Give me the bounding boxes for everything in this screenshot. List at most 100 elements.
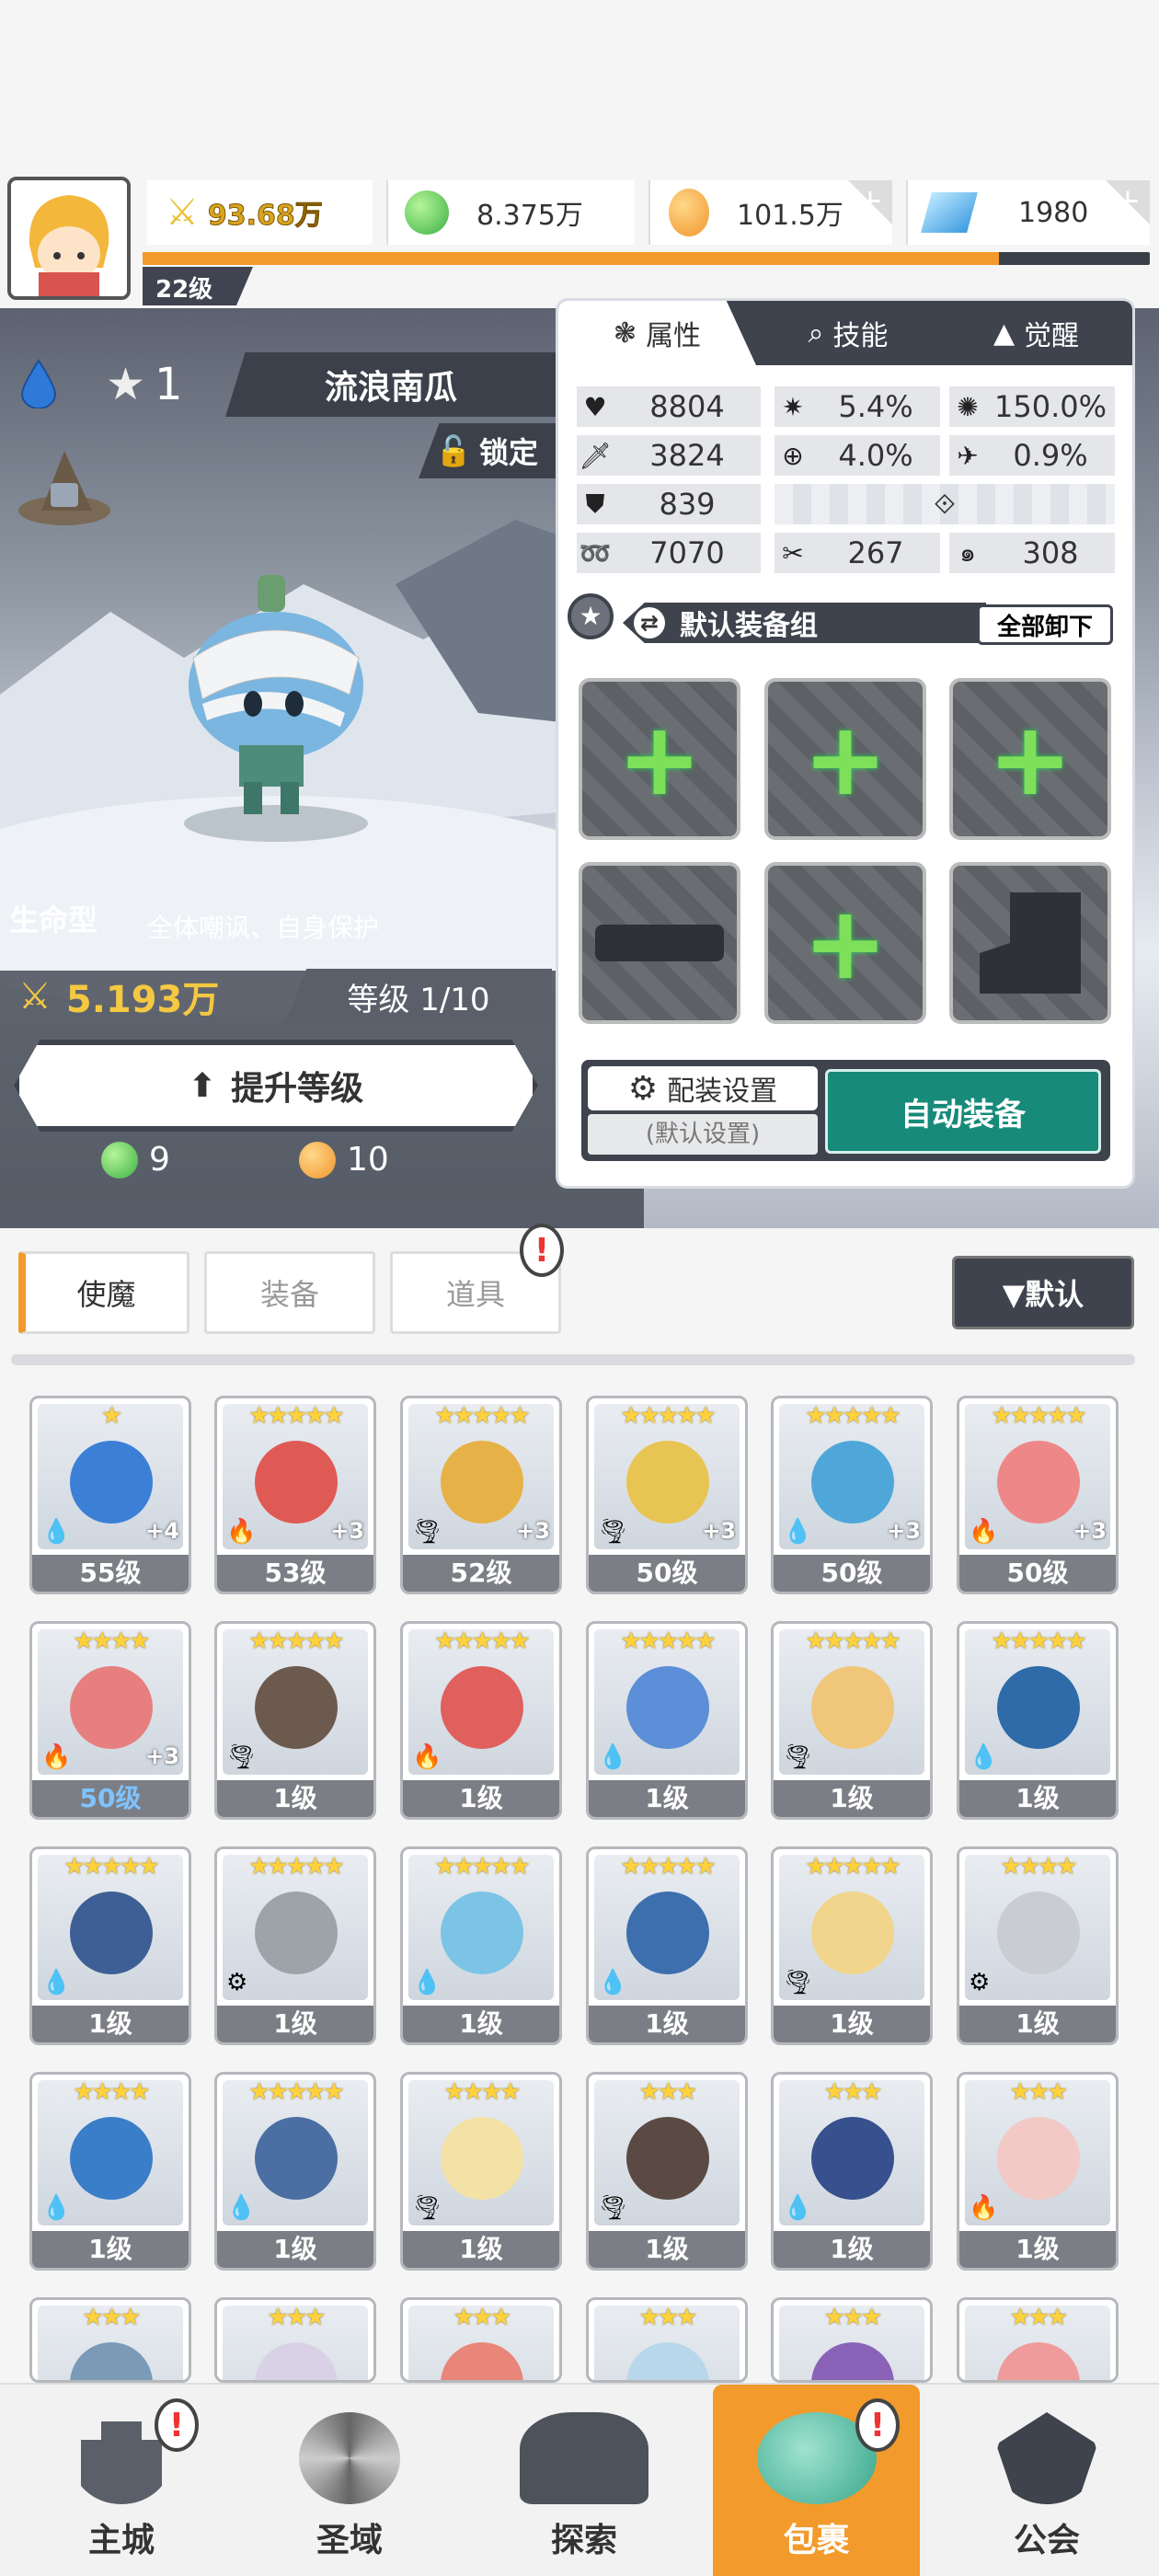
star-rating: ★★★★: [443, 2078, 521, 2106]
lock-button[interactable]: 🔓 锁定: [419, 423, 557, 478]
boots-slot[interactable]: [949, 862, 1111, 1024]
config-settings-button[interactable]: ⚙ 配装设置: [588, 1066, 818, 1110]
star-rating: ★★★★★: [434, 1402, 531, 1430]
green-orb-display[interactable]: 8.375万: [386, 180, 635, 245]
familiar-level: 1级: [403, 2006, 559, 2042]
familiar-face: [626, 1441, 709, 1524]
tab-familiars[interactable]: 使魔: [18, 1251, 189, 1334]
familiar-card[interactable]: ★★★: [400, 2297, 562, 2383]
familiar-card[interactable]: ★★★ 🌪 1级: [586, 2072, 748, 2271]
familiar-card[interactable]: ★★★★ 🔥 +3 50级: [29, 1621, 191, 1820]
star-rating: ★★★★★: [805, 1402, 901, 1430]
arrow-up-icon: ⬆: [188, 1066, 217, 1105]
diamond-display[interactable]: 1980 +: [906, 180, 1150, 245]
green-orb-icon: [101, 1141, 138, 1179]
element-icon: 🌪: [598, 1518, 629, 1546]
element-icon: 💧: [412, 1969, 442, 1996]
element-icon: 💧: [783, 1518, 813, 1546]
gold-value: 101.5万: [737, 200, 843, 232]
familiar-face: [626, 2342, 709, 2380]
necklace-slot[interactable]: +: [764, 862, 926, 1024]
armor-slot[interactable]: +: [949, 678, 1111, 840]
star-rating: ★★★★★: [805, 1853, 901, 1880]
familiar-card[interactable]: ★★★: [771, 2297, 933, 2383]
familiar-face: [441, 1666, 523, 1749]
element-icon: 💧: [783, 2194, 813, 2222]
familiar-card[interactable]: ★★★★★ 💧 1级: [29, 1846, 191, 2045]
tab-skills-label: 技能: [832, 320, 889, 352]
familiar-card[interactable]: ★★★★★ 🌪 +3 50级: [586, 1396, 748, 1594]
familiar-card[interactable]: ★★★: [214, 2297, 376, 2383]
add-diamond-icon[interactable]: +: [1106, 180, 1150, 224]
nav-explore[interactable]: 探索: [483, 2385, 685, 2576]
belt-slot[interactable]: [579, 862, 740, 1024]
familiar-level: 1级: [959, 2231, 1116, 2268]
familiar-card[interactable]: ★★★: [29, 2297, 191, 2383]
witch-hat-lock-icon[interactable]: [14, 446, 115, 529]
familiar-card[interactable]: ★★★★ 💧 1级: [29, 2072, 191, 2271]
weapon-slot[interactable]: +: [579, 678, 740, 840]
star-medal-icon[interactable]: ★: [568, 593, 614, 639]
familiar-card[interactable]: ★★★★★ 💧 +3 50级: [771, 1396, 933, 1594]
familiar-face: [70, 1666, 153, 1749]
boots-icon: [980, 892, 1081, 994]
attr-resist-value: 308: [1022, 535, 1079, 570]
familiar-card[interactable]: ★★★★★ 🌪 1级: [214, 1621, 376, 1820]
familiar-face: [811, 2117, 894, 2200]
familiar-card[interactable]: ★★★★★ 💧 1级: [957, 1621, 1119, 1820]
tab-attributes[interactable]: ❃ 属性: [558, 301, 756, 365]
add-gold-icon[interactable]: +: [848, 180, 892, 224]
nav-guild[interactable]: 公会: [946, 2385, 1148, 2576]
familiar-card[interactable]: ★★★★★ 💧 1级: [400, 1846, 562, 2045]
familiar-card[interactable]: ★ 💧 +4 55级: [29, 1396, 191, 1594]
tab-equipment[interactable]: 装备: [204, 1251, 375, 1334]
hero-name: 流浪南瓜: [225, 352, 557, 417]
equip-group-selector[interactable]: ⇄ 默认装备组: [623, 603, 986, 643]
familiar-card[interactable]: ★★★ 🔥 1级: [957, 2072, 1119, 2271]
familiar-face: [70, 1892, 153, 1974]
familiar-card[interactable]: ★★★ 💧 1级: [771, 2072, 933, 2271]
element-icon: 🔥: [41, 1743, 72, 1771]
familiar-card[interactable]: ★★★★★ 🌪 1级: [771, 1846, 933, 2045]
hero-detail-panel: ❃ 属性 ⌕ 技能 ▲ 觉醒 ♥ 8804 ✷ 5.4% ✺ 150.0% 🗡 3824 ⊕ 4…: [558, 301, 1132, 1186]
familiar-card[interactable]: ★★★★★ 💧 1级: [586, 1846, 748, 2045]
star-rating: ★★★★★: [63, 1853, 160, 1880]
element-icon: 💧: [969, 1743, 999, 1771]
upgrade-level-button[interactable]: ⬆ 提升等级: [14, 1040, 538, 1132]
tab-skills[interactable]: ⌕ 技能: [756, 301, 940, 365]
blue-crystal-icon: [921, 192, 978, 233]
familiar-card[interactable]: ★★★★★ 🔥 1级: [400, 1621, 562, 1820]
familiar-card[interactable]: ★★★★★ 💧 1级: [586, 1621, 748, 1820]
element-icon: 🌪: [412, 2194, 443, 2222]
add-icon: +: [802, 700, 889, 818]
familiar-level: 1级: [403, 2231, 559, 2268]
gold-display[interactable]: 101.5万 +: [648, 180, 892, 245]
familiar-card[interactable]: ★★★★ ⚙ 1级: [957, 1846, 1119, 2045]
attr-pierce: ✂ 267: [775, 533, 940, 573]
familiar-card[interactable]: ★★★★★ 💧 1级: [214, 2072, 376, 2271]
tab-awaken[interactable]: ▲ 觉醒: [940, 301, 1132, 365]
familiar-card[interactable]: ★★★: [586, 2297, 748, 2383]
familiar-face: [70, 2117, 153, 2200]
nav-sanctuary[interactable]: 圣域: [248, 2385, 451, 2576]
attr-hidden: ⟐: [775, 484, 1115, 524]
star-rating: ★★★★★: [434, 1627, 531, 1655]
familiar-card[interactable]: ★★★★★ ⚙ 1级: [214, 1846, 376, 2045]
familiar-card[interactable]: ★★★★★ 🔥 +3 53级: [214, 1396, 376, 1594]
familiar-card[interactable]: ★★★★★ 🌪 1级: [771, 1621, 933, 1820]
familiar-card[interactable]: ★★★: [957, 2297, 1119, 2383]
belt-icon: [595, 925, 724, 961]
familiar-level: 52级: [403, 1555, 559, 1592]
familiar-card[interactable]: ★★★★★ 🔥 +3 50级: [957, 1396, 1119, 1594]
familiar-card[interactable]: ★★★★ 🌪 1级: [400, 2072, 562, 2271]
player-avatar[interactable]: [7, 177, 131, 300]
unequip-all-button[interactable]: 全部卸下: [977, 604, 1113, 645]
helmet-slot[interactable]: +: [764, 678, 926, 840]
auto-equip-button[interactable]: 自动装备: [825, 1069, 1101, 1154]
star-rating: ★★★★★: [991, 1627, 1087, 1655]
guild-icon: [996, 2412, 1097, 2504]
familiar-face: [997, 2342, 1080, 2380]
star-rating: ★★★★★: [805, 1627, 901, 1655]
sort-dropdown[interactable]: ▼默认: [952, 1256, 1134, 1329]
familiar-card[interactable]: ★★★★★ 🌪 +3 52级: [400, 1396, 562, 1594]
